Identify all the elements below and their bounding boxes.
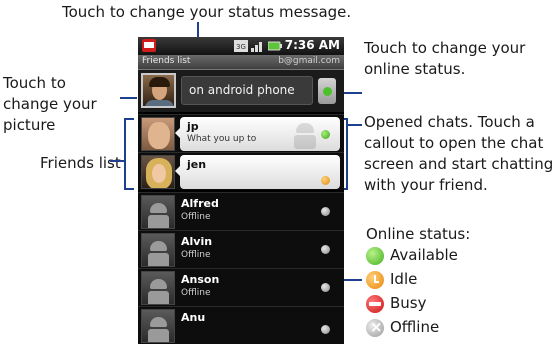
legend-label: Busy: [390, 294, 427, 312]
callout-line: screen and start chatting: [364, 155, 554, 173]
default-avatar-icon: [141, 195, 175, 229]
account-email: b@gmail.com: [278, 56, 340, 66]
friend-status: Offline: [181, 212, 211, 222]
idle-icon: [321, 176, 330, 185]
callout-line: picture: [3, 116, 56, 134]
clock: 7:36 AM: [284, 38, 340, 52]
callout-line: with your friend.: [364, 176, 488, 194]
chat-row[interactable]: jen: [138, 152, 344, 190]
legend-title: Online status:: [366, 225, 471, 243]
friend-name: jen: [187, 158, 207, 171]
default-avatar-icon: [141, 233, 175, 267]
phone-screen: 3G 7:36 AM Friends list b@gmail.com on a…: [138, 37, 344, 344]
opened-chats-connector: [348, 124, 362, 126]
online-status-button[interactable]: [318, 78, 336, 104]
friend-row[interactable]: Anson Offline: [138, 268, 344, 306]
last-message: What you up to: [187, 134, 257, 144]
svg-text:3G: 3G: [236, 43, 246, 51]
legend-label: Offline: [390, 318, 440, 336]
friend-avatar: [141, 117, 175, 151]
default-avatar-icon: [141, 309, 175, 343]
callout-line: online status.: [364, 60, 466, 78]
opened-chats-bracket: [346, 118, 348, 190]
app-title: Friends list: [142, 56, 191, 66]
friend-name: Alvin: [181, 235, 213, 248]
available-icon: [366, 247, 384, 265]
legend-label: Idle: [390, 270, 418, 288]
friend-name: jp: [187, 120, 199, 133]
status-message-callout: Touch to change your status message.: [62, 3, 352, 21]
offline-icon: [321, 245, 330, 254]
friends-list-bracket-top: [124, 118, 134, 120]
chat-row[interactable]: jp What you up to: [138, 114, 344, 152]
picture-connector: [120, 97, 137, 99]
friends-list-bracket-bottom: [124, 188, 134, 190]
available-icon: [323, 87, 332, 96]
friends-list-connector: [110, 160, 124, 162]
friend-name: Alfred: [181, 197, 219, 210]
picture-callout: Touch to change your picture: [3, 73, 97, 136]
my-picture[interactable]: [141, 73, 176, 108]
offline-icon: [321, 207, 330, 216]
title-bar: Friends list b@gmail.com: [138, 55, 344, 70]
chat-callout[interactable]: jen: [175, 155, 340, 189]
status-message-field[interactable]: on android phone: [181, 76, 313, 105]
status-message-text: on android phone: [189, 83, 295, 97]
opened-chats-callout: Opened chats. Touch a callout to open th…: [364, 112, 553, 196]
friend-row[interactable]: Alvin Offline: [138, 230, 344, 268]
callout-line: Touch to: [3, 74, 66, 92]
chat-callout[interactable]: jp What you up to: [175, 117, 340, 151]
gmail-notification-icon: [142, 39, 156, 52]
friend-row[interactable]: Anu: [138, 306, 344, 344]
network-icon: 3G: [234, 40, 248, 52]
status-bar: 3G 7:36 AM: [138, 37, 344, 55]
idle-icon: [366, 271, 384, 289]
battery-icon: [268, 41, 282, 51]
callout-line: Touch to change your: [364, 39, 526, 57]
default-avatar-icon: [141, 271, 175, 305]
available-icon: [321, 130, 330, 139]
friend-name: Anu: [181, 311, 206, 324]
offline-icon: [321, 325, 330, 334]
friends-list-callout: Friends list: [40, 154, 121, 172]
friend-avatar: [141, 155, 175, 189]
callout-line: change your: [3, 95, 97, 113]
callout-line: callout to open the chat: [364, 134, 544, 152]
friend-name: Anson: [181, 273, 220, 286]
friend-status: Offline: [181, 288, 211, 298]
friends-list-bracket: [124, 118, 126, 190]
online-status-callout: Touch to change your online status.: [364, 38, 525, 80]
friend-row[interactable]: Alfred Offline: [138, 192, 344, 230]
legend-label: Available: [390, 246, 458, 264]
busy-icon: [366, 295, 384, 313]
friend-status: Offline: [181, 250, 211, 260]
callout-line: Opened chats. Touch a: [364, 113, 535, 131]
my-status-row: on android phone: [138, 70, 344, 112]
android-watermark-icon: [290, 123, 320, 149]
offline-icon: [321, 283, 330, 292]
offline-icon: [366, 318, 384, 337]
signal-icon: [251, 42, 262, 52]
